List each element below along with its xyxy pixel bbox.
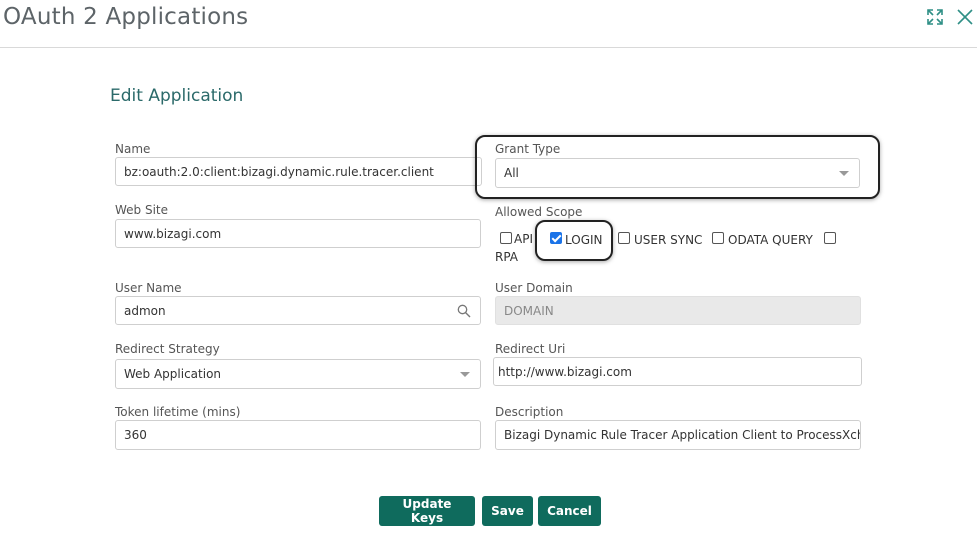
expand-icon[interactable]: [924, 6, 946, 28]
update-keys-button[interactable]: Update Keys: [379, 496, 475, 526]
redirect-strategy-select[interactable]: Web Application: [115, 359, 481, 389]
name-field[interactable]: bz:oauth:2.0:client:bizagi.dynamic.rule.…: [115, 157, 482, 186]
form-heading: Edit Application: [110, 86, 244, 106]
scope-rpa-checkbox[interactable]: [824, 232, 836, 244]
scope-odata-query-label: ODATA QUERY: [728, 233, 813, 247]
scope-login-checkbox[interactable]: [550, 232, 562, 244]
page-title: OAuth 2 Applications: [3, 4, 249, 30]
token-lifetime-label: Token lifetime (mins): [115, 405, 241, 419]
user-domain-field: DOMAIN: [495, 296, 861, 325]
description-label: Description: [495, 405, 564, 419]
scope-rpa-label: RPA: [495, 250, 519, 264]
save-button[interactable]: Save: [482, 496, 533, 526]
scope-user-sync-checkbox[interactable]: [618, 232, 630, 244]
grant-type-label: Grant Type: [495, 142, 561, 156]
grant-type-value: All: [504, 166, 519, 180]
user-domain-value: DOMAIN: [504, 303, 554, 318]
redirect-strategy-value: Web Application: [124, 367, 222, 381]
header-divider: [0, 47, 977, 48]
scope-odata-query-checkbox[interactable]: [712, 232, 724, 244]
redirect-uri-field[interactable]: http://www.bizagi.com: [493, 357, 862, 386]
user-name-field[interactable]: admon: [115, 296, 481, 325]
name-label: Name: [115, 142, 151, 156]
redirect-uri-label: Redirect Uri: [495, 342, 566, 356]
redirect-uri-value: http://www.bizagi.com: [498, 364, 632, 379]
search-icon[interactable]: [457, 304, 471, 318]
token-lifetime-field[interactable]: 360: [115, 420, 481, 450]
web-site-value: www.bizagi.com: [124, 226, 222, 241]
name-value: bz:oauth:2.0:client:bizagi.dynamic.rule.…: [124, 164, 434, 179]
user-domain-label: User Domain: [495, 281, 573, 295]
user-name-label: User Name: [115, 281, 182, 295]
chevron-down-icon: [460, 372, 470, 377]
web-site-label: Web Site: [115, 203, 169, 217]
description-value: Bizagi Dynamic Rule Tracer Application C…: [504, 428, 861, 442]
allowed-scope-label: Allowed Scope: [495, 205, 583, 219]
scope-api-label: API: [514, 232, 533, 246]
scope-api-checkbox[interactable]: [500, 232, 512, 244]
user-name-value: admon: [124, 303, 166, 318]
description-field[interactable]: Bizagi Dynamic Rule Tracer Application C…: [495, 420, 861, 450]
scope-user-sync-label: USER SYNC: [634, 233, 703, 247]
grant-type-select[interactable]: All: [495, 158, 860, 188]
redirect-strategy-label: Redirect Strategy: [115, 342, 220, 356]
cancel-button[interactable]: Cancel: [538, 496, 601, 526]
token-lifetime-value: 360: [124, 428, 147, 442]
scope-login-label: LOGIN: [565, 233, 603, 247]
close-icon[interactable]: [954, 6, 976, 28]
chevron-down-icon: [839, 171, 849, 176]
web-site-field[interactable]: www.bizagi.com: [115, 219, 481, 248]
